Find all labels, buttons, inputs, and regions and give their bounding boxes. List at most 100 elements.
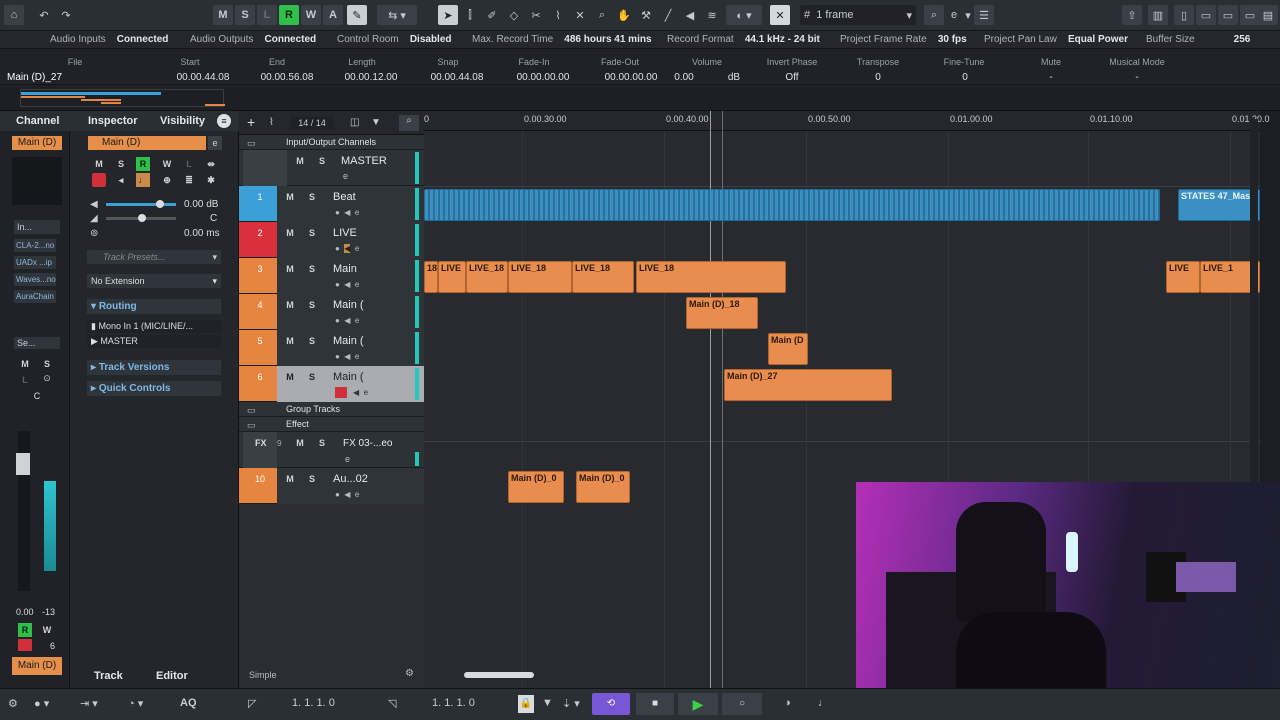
insert-slot-3[interactable]: Waves...no: [14, 273, 56, 286]
read-button[interactable]: R: [279, 5, 299, 25]
track-versions-section[interactable]: ▸ Track Versions: [87, 360, 221, 375]
overview-window[interactable]: [20, 89, 225, 107]
fx-mute[interactable]: M: [293, 436, 307, 450]
horizontal-scrollbar[interactable]: [464, 672, 534, 678]
end-value[interactable]: 00.00.56.08: [252, 72, 322, 83]
main-clip-5[interactable]: Main (D: [768, 333, 808, 365]
warp-tool-icon[interactable]: ≋: [702, 5, 722, 25]
glue-tool-icon[interactable]: ⌇: [548, 5, 568, 25]
track-1[interactable]: 1 M S Beat ● ◀ e: [239, 186, 424, 222]
snap-icon[interactable]: ✕: [770, 5, 790, 25]
tracklist-search-icon[interactable]: ⌕: [399, 115, 419, 131]
auto-punch-icon[interactable]: ◑: [784, 697, 791, 713]
inserts-header[interactable]: In...: [14, 220, 60, 234]
filter-icon[interactable]: ▼: [371, 117, 381, 128]
track-5-controls-icon[interactable]: ● ◀ e: [335, 352, 359, 361]
live-clip[interactable]: 18: [424, 261, 438, 293]
metronome-icon[interactable]: ◔ ▾: [128, 697, 143, 713]
redo-icon[interactable]: ↷: [56, 5, 76, 25]
channel-fader-handle[interactable]: [16, 453, 30, 475]
input-routing-select[interactable]: ▮ Mono In 1 (MIC/LINE/...: [87, 320, 221, 333]
insert-slot-1[interactable]: CLA-2...no: [14, 239, 56, 252]
inspector-solo[interactable]: S: [114, 157, 128, 171]
speaker-tool-icon[interactable]: ◀: [680, 5, 700, 25]
inspector-freeze-icon[interactable]: ✱: [204, 173, 218, 187]
tab-visibility[interactable]: Visibility: [160, 115, 205, 127]
volume-slider[interactable]: [106, 200, 176, 208]
autoscroll-icon[interactable]: ✎: [347, 5, 367, 25]
track-1-controls-icon[interactable]: ● ◀ e: [335, 208, 359, 217]
master-solo[interactable]: S: [315, 154, 329, 168]
live-clip[interactable]: LIVE: [438, 261, 466, 293]
tab-channel[interactable]: Channel: [16, 115, 59, 127]
tab-editor[interactable]: Editor: [156, 670, 188, 682]
channel-link-icon[interactable]: ⊙: [40, 373, 54, 387]
track-2[interactable]: 2 M S LIVE ● ◀ e: [239, 222, 424, 258]
color-icon[interactable]: ◐ ▾: [726, 5, 762, 25]
search-icon[interactable]: ⌕: [924, 5, 944, 25]
inspector-mute[interactable]: M: [92, 157, 106, 171]
edit-channel-icon[interactable]: e: [208, 136, 222, 150]
musical-mode-value[interactable]: -: [1130, 72, 1144, 83]
add-track-icon[interactable]: +: [247, 115, 261, 130]
play-icon[interactable]: ▶: [678, 693, 718, 715]
settings-icon[interactable]: ⚙: [8, 697, 18, 713]
channel-name-bottom[interactable]: Main (D): [12, 657, 62, 675]
inspector-timebase-icon[interactable]: ♩: [136, 173, 150, 187]
comp-tool-icon[interactable]: ⚒: [636, 5, 656, 25]
ruler[interactable]: 0 0.00.30.00 0.00.40.00 0.00.50.00 0.01.…: [424, 111, 1270, 131]
inspector-volume-value[interactable]: 0.00 dB: [184, 199, 218, 210]
left-locator-value[interactable]: 1. 1. 1. 0: [292, 697, 335, 713]
track-10-solo[interactable]: S: [305, 472, 319, 486]
live-clip[interactable]: LIVE_18: [466, 261, 508, 293]
record-icon[interactable]: ○: [722, 693, 762, 715]
channel-solo[interactable]: S: [40, 357, 54, 371]
track-5-mute[interactable]: M: [283, 334, 297, 348]
channel-name[interactable]: Main (D): [12, 136, 62, 150]
click-icon[interactable]: ♩: [818, 697, 829, 713]
dropdown-icon[interactable]: ▾: [964, 5, 972, 25]
beat-clip-right[interactable]: STATES 47_Maste: [1178, 189, 1260, 221]
inspector-delay-value[interactable]: 0.00 ms: [184, 228, 220, 239]
mute-value[interactable]: -: [1044, 72, 1058, 83]
insert-slot-2[interactable]: UADx ...ip: [14, 256, 56, 269]
track-6-record-button[interactable]: [335, 387, 347, 398]
mute-button[interactable]: M: [213, 5, 233, 25]
snap-value[interactable]: 00.00.44.08: [422, 72, 492, 83]
home-icon[interactable]: ⌂: [4, 5, 24, 25]
inspector-write[interactable]: W: [160, 157, 174, 171]
cycle-marker-icon[interactable]: ⇣ ▾: [562, 697, 580, 713]
sends-header[interactable]: Se...: [14, 337, 60, 349]
mute-tool-icon[interactable]: ✕: [570, 5, 590, 25]
folder-group-tracks[interactable]: ▭ Group Tracks: [239, 402, 424, 417]
track-fx[interactable]: FX 9 M S FX 03-...eo e: [239, 432, 424, 468]
main-clip-27[interactable]: Main (D)_27: [724, 369, 892, 401]
master-mute[interactable]: M: [293, 154, 307, 168]
extension-select[interactable]: No Extension ▾: [87, 274, 221, 288]
lock-icon[interactable]: 🔒: [518, 695, 534, 713]
track-6-mute[interactable]: M: [283, 370, 297, 384]
transform-icon[interactable]: ⇆ ▾: [377, 5, 417, 25]
cycle-icon[interactable]: ⟲: [592, 693, 630, 715]
live-clip[interactable]: LIVE: [1166, 261, 1200, 293]
left-locator-icon[interactable]: ◸: [248, 697, 256, 713]
fade-out-value[interactable]: 00.00.00.00: [596, 72, 666, 83]
track-6-controls-icon[interactable]: ◀ e: [353, 388, 368, 397]
track-4-solo[interactable]: S: [305, 298, 319, 312]
track-4-mute[interactable]: M: [283, 298, 297, 312]
inspector-read[interactable]: R: [136, 157, 150, 171]
output-routing-select[interactable]: ▶ MASTER: [87, 335, 221, 348]
track-1-mute[interactable]: M: [283, 190, 297, 204]
track-4[interactable]: 4 M S Main ( ● ◀ e: [239, 294, 424, 330]
grid-lines-icon[interactable]: ☰: [974, 5, 994, 25]
track-presets-select[interactable]: Track Presets... ▾: [87, 250, 221, 264]
fx-edit-icon[interactable]: e: [345, 454, 350, 464]
fine-tune-value[interactable]: 0: [957, 72, 973, 83]
overview-line[interactable]: [0, 85, 1280, 111]
audio-quantize-button[interactable]: AQ: [180, 697, 197, 713]
inspector-monitor-icon[interactable]: ◂: [114, 173, 128, 187]
quick-controls-section[interactable]: ▸ Quick Controls: [87, 381, 221, 396]
inspector-track-name[interactable]: Main (D): [88, 136, 206, 150]
tracklist-settings-icon[interactable]: ⚙: [405, 668, 414, 679]
tab-inspector[interactable]: Inspector: [88, 115, 138, 127]
